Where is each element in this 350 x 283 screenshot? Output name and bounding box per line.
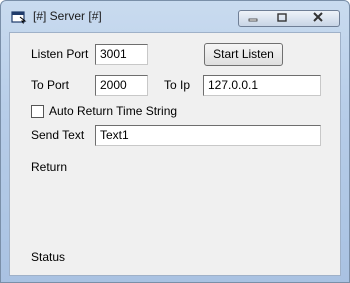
to-ip-label: To Ip [164,78,191,92]
auto-return-checkbox[interactable] [31,105,44,118]
to-port-input[interactable]: 2000 [95,75,148,96]
start-listen-button[interactable]: Start Listen [204,43,283,66]
maximize-icon [276,12,288,26]
to-ip-input[interactable]: 127.0.0.1 [203,75,321,96]
close-button[interactable] [296,10,340,27]
to-port-label: To Port [31,78,70,92]
client-area: Listen Port 3001 Start Listen To Port 20… [9,32,341,276]
maximize-button[interactable] [267,10,297,27]
listen-port-input[interactable]: 3001 [95,44,148,65]
app-window-icon [11,10,27,24]
window-title: [#] Server [#] [33,9,102,23]
listen-port-label: Listen Port [31,47,89,61]
auto-return-label: Auto Return Time String [49,104,178,118]
minimize-icon [247,12,259,26]
close-icon [311,11,325,26]
app-window: [#] Server [#] Listen Port 3001 Start Li… [0,0,350,283]
send-text-label: Send Text [31,128,85,142]
send-text-input[interactable]: Text1 [95,125,321,146]
title-bar[interactable]: [#] Server [#] [1,1,349,31]
minimize-button[interactable] [238,10,268,27]
return-label: Return [31,160,68,174]
status-label: Status [31,250,66,264]
